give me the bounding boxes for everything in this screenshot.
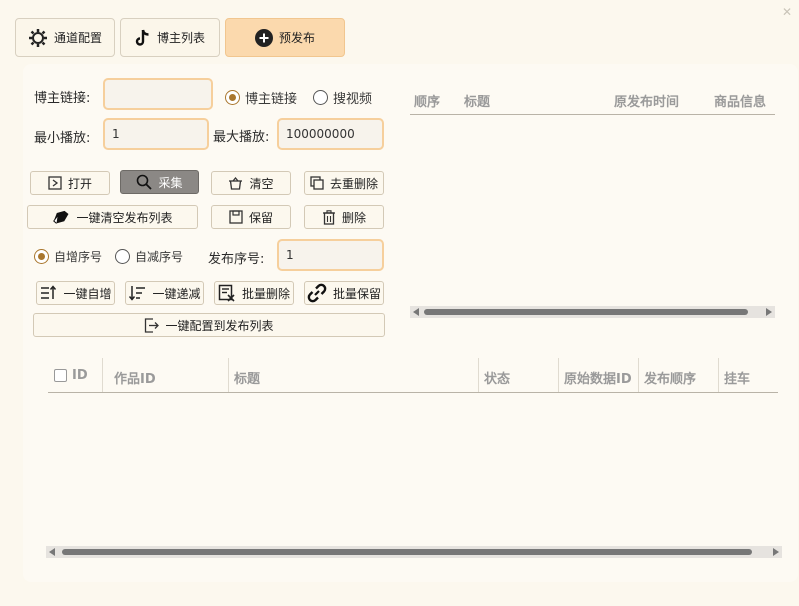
delete-button[interactable]: 删除 xyxy=(304,205,384,229)
column-header[interactable]: 状态 xyxy=(484,368,510,387)
column-divider[interactable] xyxy=(102,358,103,392)
save-icon xyxy=(229,210,243,224)
copy-icon xyxy=(310,176,324,190)
channel-config-button[interactable]: 通道配置 xyxy=(15,18,115,57)
one-key-increment-button[interactable]: 一键自增 xyxy=(36,281,115,305)
blogger-list-button[interactable]: 博主列表 xyxy=(120,18,220,57)
horizontal-scrollbar[interactable] xyxy=(46,546,782,558)
max-play-input[interactable]: 100000000 xyxy=(277,118,384,150)
radio-auto-decrement[interactable]: 自减序号 xyxy=(115,248,183,265)
config-to-publish-label: 一键配置到发布列表 xyxy=(165,318,274,333)
trash-icon xyxy=(322,209,335,225)
column-header[interactable]: 商品信息 xyxy=(714,91,766,110)
clear-publish-list-button[interactable]: 一键清空发布列表 xyxy=(27,205,198,229)
publish-seq-input[interactable]: 1 xyxy=(277,239,384,271)
column-header[interactable]: 挂车 xyxy=(724,368,750,387)
column-divider[interactable] xyxy=(638,358,639,392)
column-header[interactable]: 原始数据ID xyxy=(564,368,632,387)
blogger-link-input[interactable] xyxy=(103,78,213,110)
scroll-right-icon[interactable] xyxy=(766,308,772,316)
column-header[interactable]: 发布顺序 xyxy=(644,368,696,387)
link-icon xyxy=(307,283,327,303)
column-divider[interactable] xyxy=(558,358,559,392)
radio-blogger-link-label: 博主链接 xyxy=(245,92,298,107)
batch-keep-label: 批量保留 xyxy=(332,286,381,301)
scrollbar-thumb[interactable] xyxy=(62,549,752,555)
batch-keep-button[interactable]: 批量保留 xyxy=(304,281,384,305)
min-play-input[interactable]: 1 xyxy=(103,118,209,150)
open-label: 打开 xyxy=(67,176,92,191)
open-icon xyxy=(48,176,62,190)
delete-label: 删除 xyxy=(341,210,366,225)
column-header[interactable]: 标题 xyxy=(234,368,260,387)
radio-search-video[interactable]: 搜视频 xyxy=(313,88,372,107)
collect-button[interactable]: 采集 xyxy=(120,170,199,194)
column-header-label: ID xyxy=(72,368,88,383)
radio-unselected-icon xyxy=(313,90,328,105)
batch-delete-button[interactable]: 批量删除 xyxy=(214,281,294,305)
max-play-label: 最大播放: xyxy=(213,130,270,145)
column-header[interactable]: 原发布时间 xyxy=(614,91,679,110)
clear-button[interactable]: 清空 xyxy=(211,171,291,195)
column-header[interactable]: 作品ID xyxy=(114,368,156,387)
radio-auto-increment-label: 自增序号 xyxy=(54,250,103,264)
radio-blogger-link[interactable]: 博主链接 xyxy=(225,88,297,107)
list-delete-icon xyxy=(218,284,235,302)
header-divider xyxy=(48,392,778,393)
right-table[interactable]: 顺序 标题 原发布时间 商品信息 xyxy=(400,72,790,336)
export-icon xyxy=(145,317,160,333)
blogger-link-label: 博主链接: xyxy=(34,91,91,106)
sort-ascending-icon xyxy=(41,285,57,299)
scroll-left-icon[interactable] xyxy=(413,308,419,316)
plus-circle-icon xyxy=(254,28,273,47)
keep-button[interactable]: 保留 xyxy=(211,205,291,229)
publish-seq-label: 发布序号: xyxy=(208,252,265,267)
radio-selected-icon xyxy=(225,90,240,105)
collect-label: 采集 xyxy=(158,175,183,190)
one-key-decrement-button[interactable]: 一键递减 xyxy=(125,281,204,305)
pre-publish-label: 预发布 xyxy=(278,31,315,45)
pre-publish-button[interactable]: 预发布 xyxy=(225,18,345,57)
dedupe-delete-label: 去重删除 xyxy=(329,176,378,191)
radio-selected-icon xyxy=(34,249,49,264)
horizontal-scrollbar[interactable] xyxy=(410,306,775,318)
column-header[interactable]: 顺序 xyxy=(414,91,440,110)
scrollbar-thumb[interactable] xyxy=(424,309,748,315)
column-header-id[interactable]: ID xyxy=(54,368,88,383)
column-divider[interactable] xyxy=(478,358,479,392)
min-play-label: 最小播放: xyxy=(34,131,91,146)
clear-label: 清空 xyxy=(249,176,274,191)
tiktok-icon xyxy=(135,29,149,46)
sort-descending-icon xyxy=(129,286,146,301)
publish-table[interactable]: ID 作品ID 标题 状态 原始数据ID 发布顺序 挂车 xyxy=(44,350,784,565)
blogger-list-label: 博主列表 xyxy=(156,31,205,45)
select-all-checkbox[interactable] xyxy=(54,369,67,382)
one-key-decrement-label: 一键递减 xyxy=(152,286,201,301)
radio-auto-decrement-label: 自减序号 xyxy=(135,250,184,264)
dedupe-delete-button[interactable]: 去重删除 xyxy=(304,171,384,195)
batch-delete-label: 批量删除 xyxy=(241,286,290,301)
config-to-publish-button[interactable]: 一键配置到发布列表 xyxy=(33,313,385,337)
keep-label: 保留 xyxy=(248,210,273,225)
radio-unselected-icon xyxy=(115,249,130,264)
scroll-left-icon[interactable] xyxy=(49,548,55,556)
radio-auto-increment[interactable]: 自增序号 xyxy=(34,248,102,265)
clear-publish-list-label: 一键清空发布列表 xyxy=(76,210,173,225)
one-key-increment-label: 一键自增 xyxy=(63,286,112,301)
column-header[interactable]: 标题 xyxy=(464,91,490,110)
search-icon xyxy=(137,174,153,190)
radio-search-video-label: 搜视频 xyxy=(333,92,373,107)
basket-icon xyxy=(229,176,243,190)
gear-icon xyxy=(28,28,47,47)
channel-config-label: 通道配置 xyxy=(53,31,102,45)
open-button[interactable]: 打开 xyxy=(30,171,110,195)
header-divider xyxy=(410,114,775,115)
scroll-right-icon[interactable] xyxy=(773,548,779,556)
close-icon[interactable]: ✕ xyxy=(781,6,793,18)
column-divider[interactable] xyxy=(228,358,229,392)
column-divider[interactable] xyxy=(718,358,719,392)
eraser-icon xyxy=(53,210,69,224)
